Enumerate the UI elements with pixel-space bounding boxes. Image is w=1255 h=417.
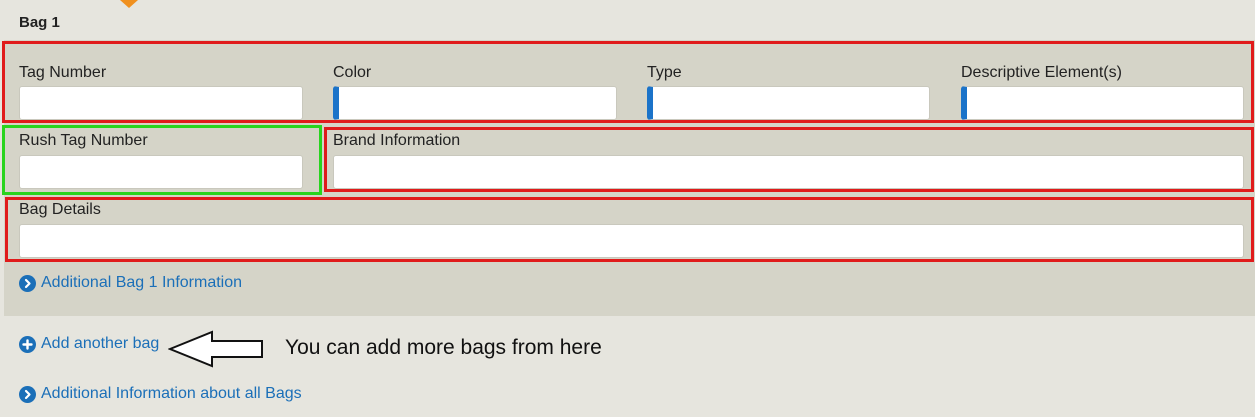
bag-details-label: Bag Details — [19, 201, 101, 218]
bag-details-field[interactable] — [19, 224, 1244, 258]
left-arrow-icon — [168, 330, 263, 368]
brand-information-label: Brand Information — [333, 132, 461, 149]
type-select[interactable] — [647, 86, 930, 120]
rush-tag-number-field[interactable] — [19, 155, 303, 189]
rush-tag-number-label: Rush Tag Number — [19, 132, 148, 149]
chevron-right-circle-icon — [19, 274, 36, 292]
step-marker-icon — [120, 0, 138, 8]
descriptive-elements-label: Descriptive Element(s) — [961, 64, 1122, 81]
add-another-bag-link[interactable]: Add another bag — [19, 335, 159, 353]
all-bags-info-link[interactable]: Additional Information about all Bags — [19, 385, 302, 403]
add-another-bag-link-label: Add another bag — [41, 335, 160, 352]
bag-title: Bag 1 — [19, 14, 60, 31]
tag-number-label: Tag Number — [19, 64, 107, 81]
brand-information-field[interactable] — [333, 155, 1244, 189]
descriptive-elements-select[interactable] — [961, 86, 1244, 120]
tag-number-field[interactable] — [19, 86, 303, 120]
all-bags-info-link-label: Additional Information about all Bags — [41, 385, 302, 402]
color-select[interactable] — [333, 86, 617, 120]
additional-bag-info-link[interactable]: Additional Bag 1 Information — [19, 274, 242, 292]
additional-bag-info-link-label: Additional Bag 1 Information — [41, 274, 243, 291]
type-label: Type — [647, 64, 682, 81]
chevron-right-circle-icon — [19, 385, 36, 403]
plus-circle-icon — [19, 335, 36, 353]
annotation-text: You can add more bags from here — [285, 336, 602, 359]
color-label: Color — [333, 64, 372, 81]
